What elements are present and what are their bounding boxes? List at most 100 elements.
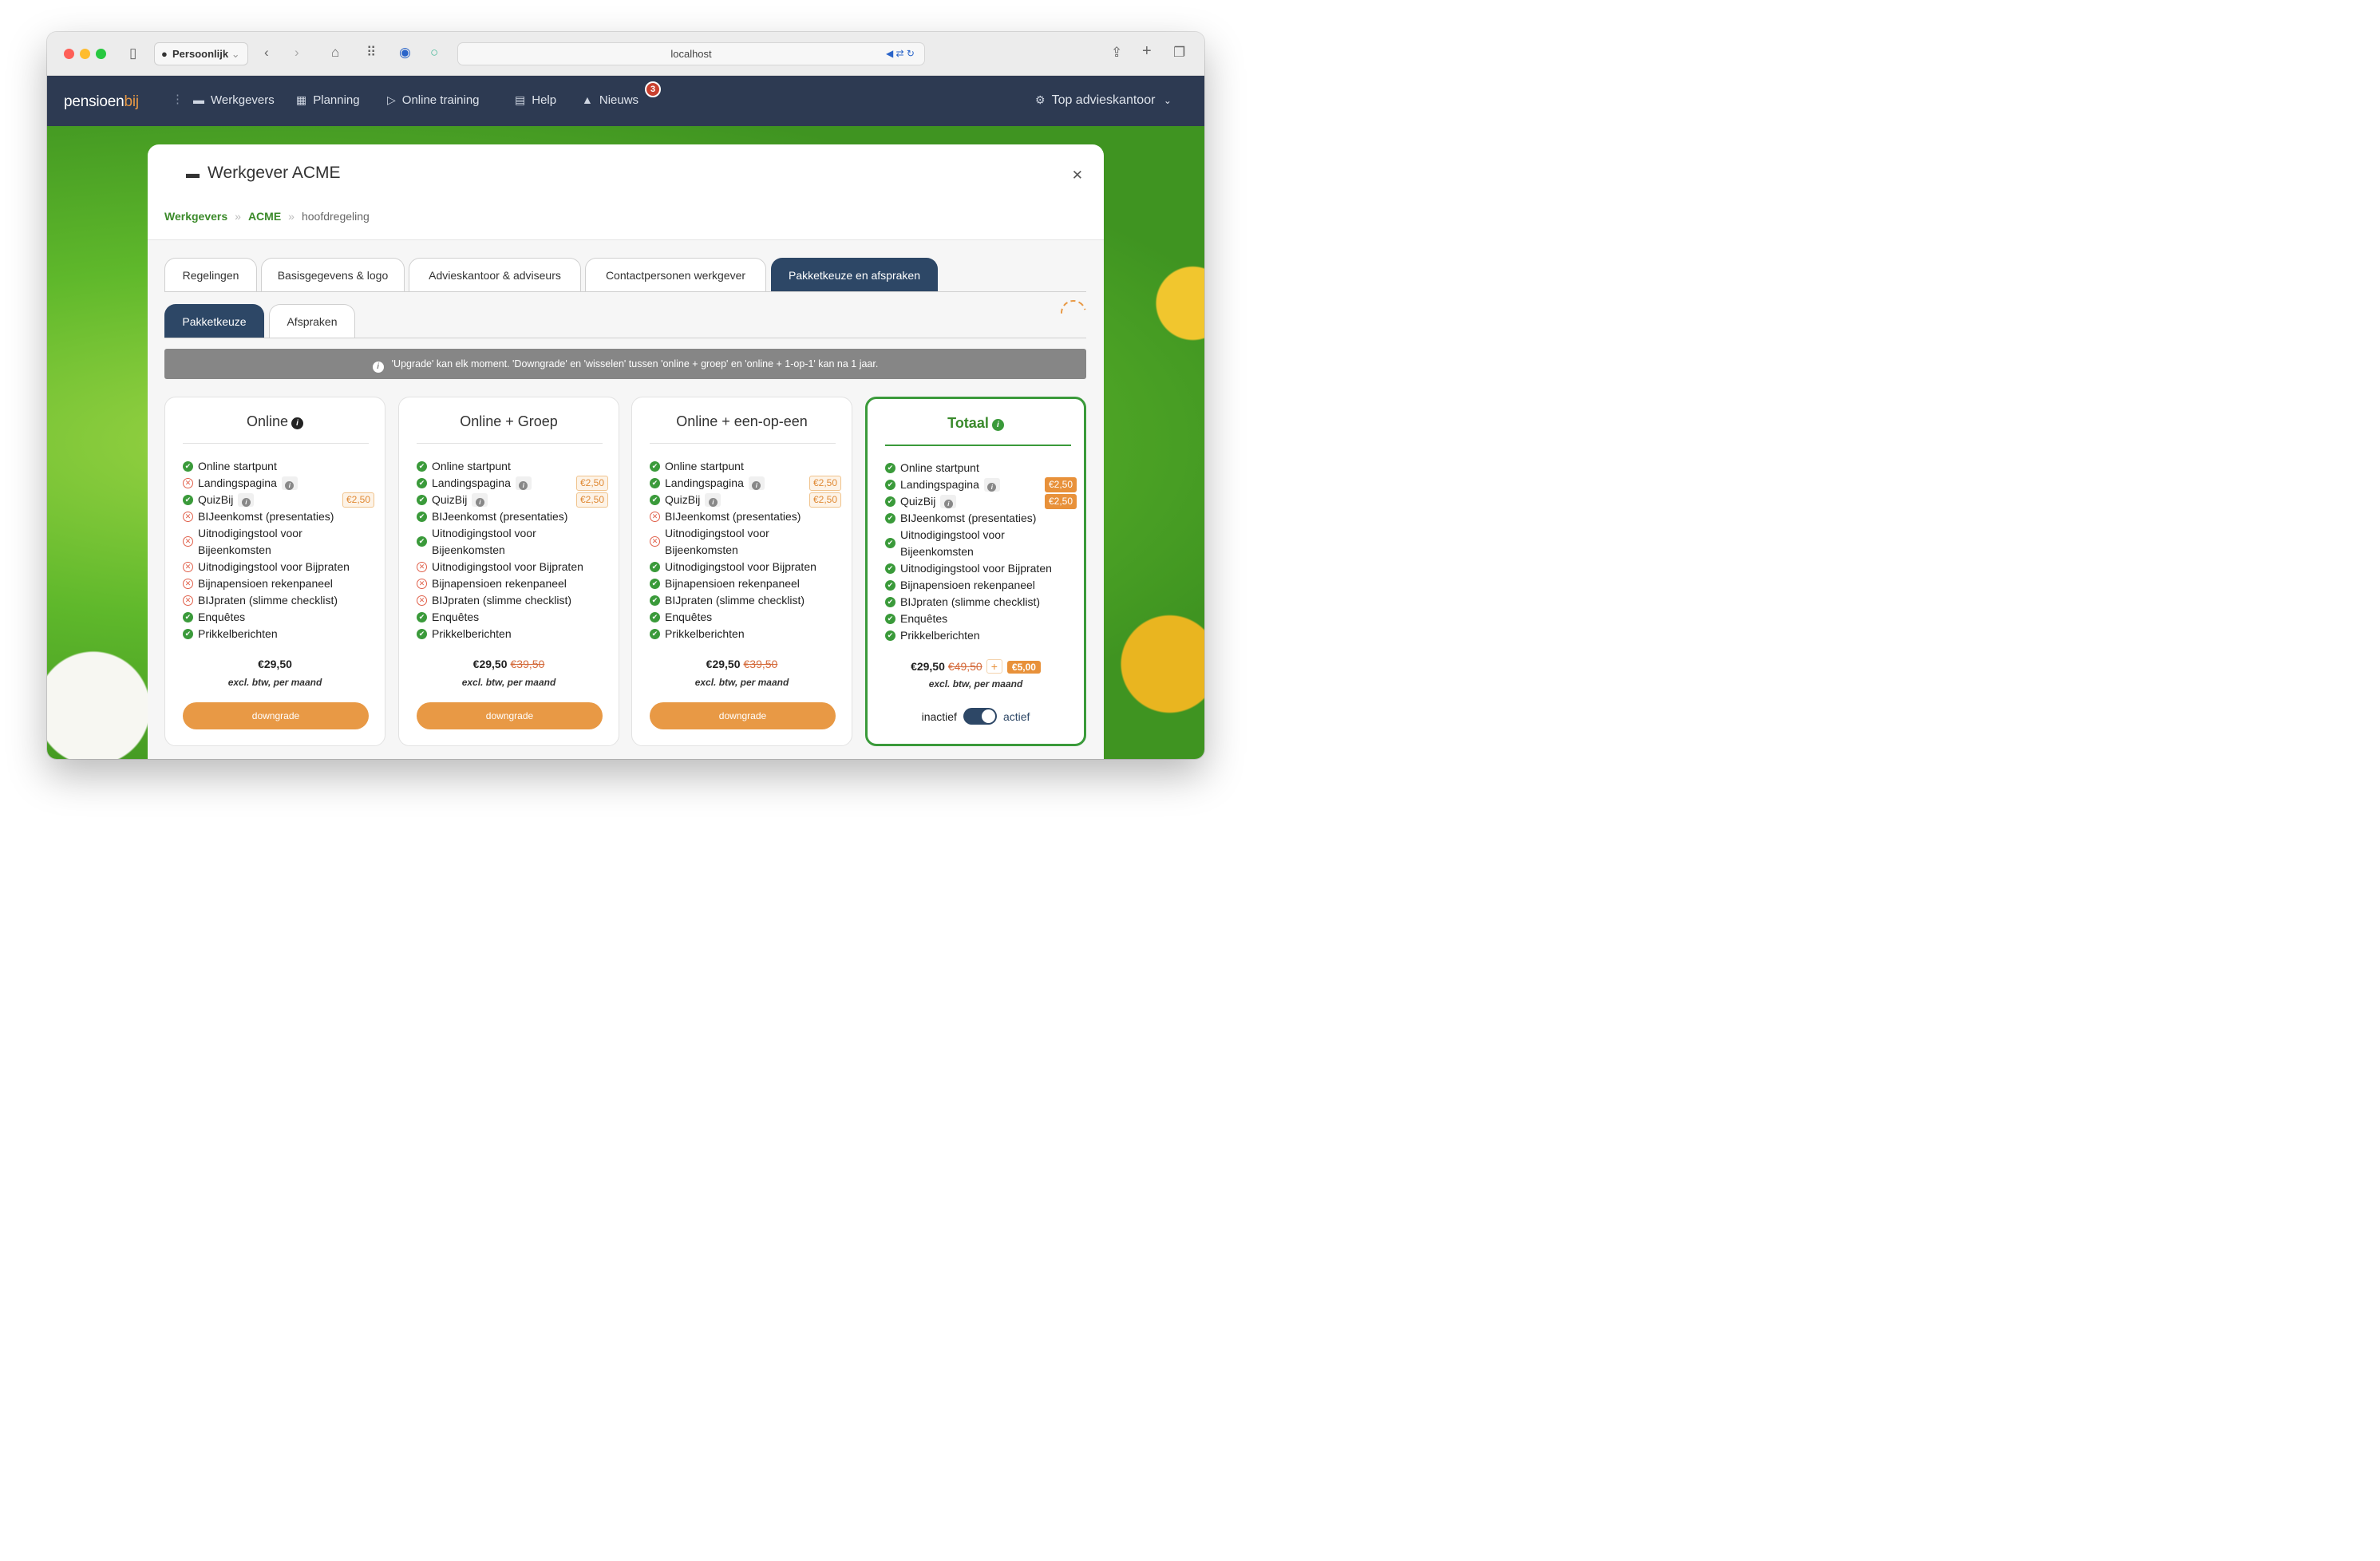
- check-circle-icon: ✔: [417, 461, 427, 472]
- info-icon[interactable]: i: [983, 478, 1000, 492]
- subtab-pakketkeuze[interactable]: Pakketkeuze: [164, 304, 264, 338]
- info-icon[interactable]: i: [291, 417, 304, 429]
- x-circle-icon: ✕: [650, 512, 660, 522]
- feature-item: ✕ Uitnodigingstool voor Bijpraten: [183, 559, 374, 575]
- feature-item: ✕ BIJpraten (slimme checklist): [417, 592, 608, 609]
- feature-item: ✔ Online startpunt: [417, 458, 608, 475]
- price-note: excl. btw, per maand: [227, 677, 322, 688]
- nav-help[interactable]: ▤ Help: [515, 93, 556, 108]
- breadcrumb-werkgevers[interactable]: Werkgevers: [164, 210, 227, 223]
- addon-price-badge: €2,50: [808, 492, 841, 508]
- nav-planning[interactable]: ▦ Planning: [296, 93, 360, 108]
- check-circle-icon: ✔: [650, 595, 660, 606]
- kebab-menu-icon[interactable]: ⋮: [172, 93, 184, 107]
- x-circle-icon: ✕: [183, 478, 193, 488]
- downgrade-button[interactable]: downgrade: [183, 702, 369, 729]
- info-icon[interactable]: i: [281, 476, 298, 490]
- breadcrumb-current: hoofdregeling: [301, 210, 370, 223]
- info-icon[interactable]: i: [515, 476, 532, 490]
- active-toggle[interactable]: [963, 708, 997, 725]
- password-manager-icon[interactable]: ◉: [399, 45, 411, 61]
- feature-item: ✕ BIJeenkomst (presentaties): [183, 508, 374, 525]
- check-circle-icon: ✔: [417, 629, 427, 639]
- info-icon[interactable]: i: [991, 419, 1004, 431]
- old-price: €39,50: [743, 658, 778, 670]
- package-title: Online + Groep: [460, 413, 558, 429]
- feature-item: ✔ Online startpunt: [183, 458, 374, 475]
- info-icon[interactable]: i: [940, 495, 957, 508]
- home-icon[interactable]: ⌂: [331, 45, 339, 61]
- info-icon[interactable]: i: [748, 476, 765, 490]
- feature-item: ✔ Uitnodigingstool voor Bijpraten: [650, 559, 841, 575]
- bell-icon: ▲: [582, 93, 593, 106]
- status-toggle-row: inactief actief: [868, 708, 1084, 725]
- tab-overview-icon[interactable]: ❐: [1173, 45, 1185, 61]
- pensioenbij-logo[interactable]: pensioenbij: [64, 93, 139, 111]
- package-price: €29,50 €39,50: [706, 658, 778, 670]
- feature-item: ✔ Enquêtes: [417, 609, 608, 626]
- check-circle-icon: ✔: [417, 495, 427, 505]
- package-title: Online + een-op-een: [676, 413, 808, 429]
- browser-toolbar: ▯ ● Persoonlijk ⌄ ‹ › ⌂ ⠿ ◉ ○ localhost ◀…: [47, 32, 1204, 76]
- downgrade-button[interactable]: downgrade: [650, 702, 836, 729]
- forward-icon[interactable]: ›: [295, 45, 299, 61]
- extension-ring-icon[interactable]: ○: [430, 45, 438, 61]
- zoom-window-button[interactable]: [96, 49, 106, 59]
- modal-title: ▬ Werkgever ACME: [186, 164, 341, 182]
- info-icon[interactable]: i: [705, 493, 722, 507]
- feature-item: ✔ Prikkelberichten: [650, 626, 841, 642]
- browser-window: ▯ ● Persoonlijk ⌄ ‹ › ⌂ ⠿ ◉ ○ localhost ◀…: [47, 32, 1204, 759]
- account-menu[interactable]: ⚙ Top advieskantoor ⌄: [1035, 93, 1172, 108]
- tab-contactpersonen[interactable]: Contactpersonen werkgever: [585, 258, 766, 291]
- tab-pakketkeuze-afspraken[interactable]: Pakketkeuze en afspraken: [771, 258, 938, 291]
- tab-basisgegevens[interactable]: Basisgegevens & logo: [261, 258, 405, 291]
- x-circle-icon: ✕: [183, 579, 193, 589]
- package-price: €29,50 €39,50: [472, 658, 545, 670]
- check-circle-icon: ✔: [183, 612, 193, 622]
- feature-item: ✔ Uitnodigingstool voor Bijpraten: [885, 560, 1077, 577]
- x-circle-icon: ✕: [183, 562, 193, 572]
- address-bar[interactable]: localhost ◀ ⇄ ↻: [457, 42, 925, 65]
- feature-item: ✔ BIJpraten (slimme checklist): [650, 592, 841, 609]
- price-note: excl. btw, per maand: [694, 677, 789, 688]
- check-circle-icon: ✔: [417, 478, 427, 488]
- check-circle-icon: ✔: [885, 463, 895, 473]
- downgrade-button[interactable]: downgrade: [417, 702, 603, 729]
- check-circle-icon: ✔: [650, 478, 660, 488]
- audio-translate-reload-icons[interactable]: ◀ ⇄ ↻: [886, 43, 915, 65]
- nav-online-training[interactable]: ▷ Online training: [387, 93, 480, 108]
- minimize-window-button[interactable]: [80, 49, 90, 59]
- profile-selector[interactable]: ● Persoonlijk ⌄: [154, 42, 248, 65]
- apps-grid-icon[interactable]: ⠿: [366, 45, 376, 61]
- info-icon[interactable]: i: [472, 493, 488, 507]
- check-circle-icon: ✔: [650, 579, 660, 589]
- subtab-afspraken[interactable]: Afspraken: [269, 304, 355, 338]
- tabs-divider: [164, 291, 1086, 292]
- share-icon[interactable]: ⇪: [1111, 45, 1122, 61]
- check-circle-icon: ✔: [885, 580, 895, 591]
- sidebar-icon[interactable]: ▯: [129, 45, 136, 61]
- check-circle-icon: ✔: [885, 614, 895, 624]
- package-card: Totaal i ✔ Online startpunt ✔ Landingspagina i…: [865, 397, 1086, 746]
- tab-advieskantoor[interactable]: Advieskantoor & adviseurs: [409, 258, 581, 291]
- feature-item: ✔ QuizBij i €2,50: [417, 492, 608, 508]
- package-title: Totaal i: [868, 415, 1084, 432]
- divider: [183, 443, 369, 444]
- info-icon[interactable]: i: [238, 493, 255, 507]
- tab-regelingen[interactable]: Regelingen: [164, 258, 257, 291]
- feature-item: ✔ Prikkelberichten: [183, 626, 374, 642]
- close-window-button[interactable]: [64, 49, 74, 59]
- feature-item: ✕ Bijnapensioen rekenpaneel: [183, 575, 374, 592]
- addon-price-badge: €2,50: [808, 476, 841, 491]
- feature-item: ✕ Uitnodigingstool voor Bijpraten: [417, 559, 608, 575]
- nav-werkgevers[interactable]: ▬ Werkgevers: [193, 93, 275, 108]
- nav-nieuws[interactable]: ▲ Nieuws: [582, 93, 638, 108]
- feature-item: ✕ Uitnodigingstool voor Bijeenkomsten: [650, 525, 841, 559]
- new-tab-icon[interactable]: +: [1142, 43, 1152, 59]
- briefcase-icon: ▬: [193, 93, 204, 106]
- close-icon[interactable]: ✕: [1072, 168, 1083, 184]
- feature-item: ✕ Bijnapensioen rekenpaneel: [417, 575, 608, 592]
- breadcrumb-acme[interactable]: ACME: [248, 210, 281, 223]
- back-icon[interactable]: ‹: [264, 45, 269, 61]
- feature-item: ✔ BIJeenkomst (presentaties): [885, 510, 1077, 527]
